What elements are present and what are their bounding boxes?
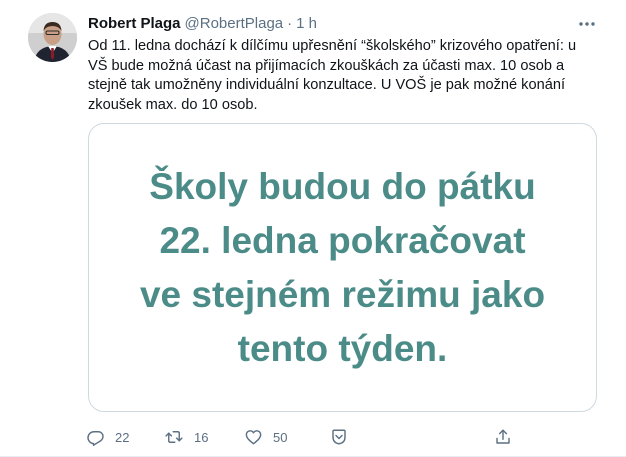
tweet-text: Od 11. ledna dochází k dílčímu upřesnění… [88,38,577,113]
image-text-line: tento týden. [237,327,448,369]
more-options-button[interactable] [576,14,598,34]
tweet-timestamp[interactable]: 1 h [296,14,317,34]
more-icon [579,22,595,26]
avatar-image [28,13,77,62]
share-button[interactable] [494,426,512,448]
image-text-line: Školy budou do pátku [149,165,536,207]
author-handle[interactable]: @RobertPlaga [185,14,284,34]
author-name[interactable]: Robert Plaga [88,14,181,34]
image-text-line: ve stejném režimu jako [139,273,546,315]
reply-icon [87,431,104,446]
share-icon [496,429,510,444]
save-button[interactable] [330,426,348,448]
retweet-count: 16 [194,429,209,445]
tweet-header: Robert Plaga @RobertPlaga · 1 h [88,14,317,34]
reply-button[interactable]: 22 [86,426,129,448]
save-icon [332,429,346,445]
image-text: Školy budou do pátku 22. ledna pokračova… [103,160,583,376]
avatar[interactable] [28,13,77,62]
image-text-line: 22. ledna pokračovat [159,219,526,261]
like-count: 50 [273,429,288,445]
retweet-icon [165,431,183,443]
tweet: Robert Plaga @RobertPlaga · 1 h Od 11. l… [0,0,626,457]
tweet-actions: 22 16 50 [86,426,516,448]
separator-dot: · [287,15,293,32]
tweet-image[interactable]: Školy budou do pátku 22. ledna pokračova… [88,123,597,412]
like-button[interactable]: 50 [244,426,287,448]
like-icon [245,430,262,445]
retweet-button[interactable]: 16 [164,426,208,448]
reply-count: 22 [115,429,130,445]
